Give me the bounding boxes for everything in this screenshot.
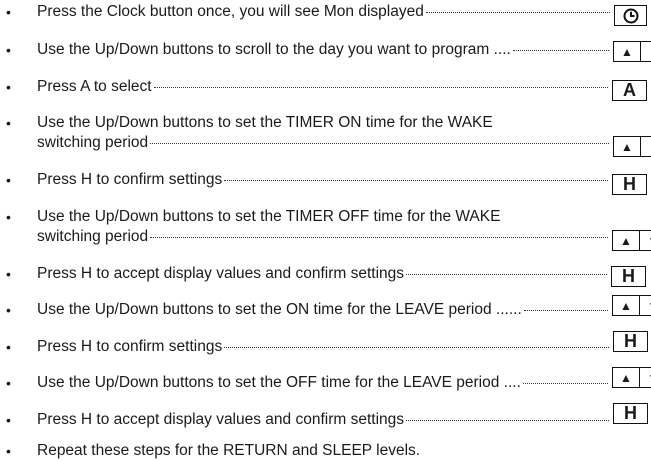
bullet: •	[6, 412, 11, 428]
step-text: Use the Up/Down buttons to set the OFF t…	[37, 373, 608, 393]
step-line-text: Press H to accept display values and con…	[37, 411, 405, 428]
button-group: ▲▼	[613, 41, 651, 62]
up-arrow-icon: ▲	[612, 295, 640, 316]
step-line-text: Repeat these steps for the RETURN and SL…	[37, 442, 421, 459]
dot-leader	[512, 49, 609, 51]
up-arrow-icon: ▲	[612, 367, 640, 388]
step-text: Use the Up/Down buttons to set the ON ti…	[37, 300, 608, 320]
step-text: Press H to confirm settings	[37, 337, 609, 357]
button-group: H	[611, 266, 646, 287]
step-text: Use the Up/Down buttons to set the TIMER…	[37, 207, 608, 247]
step-line-text: Press H to confirm settings	[37, 338, 223, 355]
button-group	[614, 5, 647, 26]
step-line-text: switching period	[37, 134, 149, 151]
bullet: •	[6, 302, 11, 318]
dot-leader	[523, 309, 608, 311]
button-h-key: H	[611, 266, 646, 287]
button-group: ▲▼	[613, 136, 651, 157]
button-group: H	[612, 174, 647, 195]
bullet: •	[6, 209, 11, 225]
step-text: Use the Up/Down buttons to set the TIMER…	[37, 113, 609, 153]
step-line-text: Press A to select	[37, 78, 152, 95]
bullet: •	[6, 172, 11, 188]
step-line-text: Use the Up/Down buttons to set the TIMER…	[37, 114, 493, 131]
dot-leader	[406, 273, 607, 275]
up-arrow-icon: ▲	[613, 136, 641, 157]
step-line-text: Use the Up/Down buttons to set the TIMER…	[37, 208, 501, 225]
down-arrow-icon: ▼	[641, 41, 651, 62]
step-line-text: Use the Up/Down buttons to set the OFF t…	[37, 374, 521, 391]
down-arrow-icon: ▼	[640, 367, 651, 388]
bullet: •	[6, 443, 11, 459]
step-line-text: Use the Up/Down buttons to scroll to the…	[37, 41, 511, 58]
step-line-text: Press the Clock button once, you will se…	[37, 3, 424, 20]
bullet: •	[6, 4, 11, 20]
button-h-key: H	[613, 331, 648, 352]
bullet: •	[6, 42, 11, 58]
dot-leader	[153, 86, 608, 88]
step-text: Use the Up/Down buttons to scroll to the…	[37, 40, 609, 60]
bullet: •	[6, 339, 11, 355]
down-arrow-icon: ▼	[641, 136, 651, 157]
dot-leader	[406, 419, 609, 421]
dot-leader	[150, 142, 609, 144]
dot-leader	[150, 236, 608, 238]
step-text: Press the Clock button once, you will se…	[37, 2, 610, 22]
bullet: •	[6, 79, 11, 95]
button-a-key: A	[612, 80, 647, 101]
button-h-key: H	[612, 174, 647, 195]
step-text: Repeat these steps for the RETURN and SL…	[37, 441, 647, 461]
button-group: ▲▼	[612, 295, 651, 316]
step-line-text: Use the Up/Down buttons to set the ON ti…	[37, 301, 522, 318]
step-text: Press A to select	[37, 77, 608, 97]
up-arrow-icon: ▲	[613, 41, 641, 62]
step-line-text: switching period	[37, 228, 149, 245]
clock-icon	[614, 5, 647, 26]
bullet: •	[6, 266, 11, 282]
dot-leader	[224, 179, 608, 181]
button-group: H	[613, 331, 648, 352]
bullet: •	[6, 375, 11, 391]
button-group: ▲▼	[612, 230, 651, 251]
button-h-key: H	[613, 403, 648, 424]
step-line-text: Press H to confirm settings	[37, 171, 223, 188]
down-arrow-icon: ▼	[640, 295, 651, 316]
step-text: Press H to accept display values and con…	[37, 410, 609, 430]
button-group: H	[613, 403, 648, 424]
button-group: A	[612, 80, 647, 101]
button-group: ▲▼	[612, 367, 651, 388]
step-line-text: Press H to accept display values and con…	[37, 265, 405, 282]
down-arrow-icon: ▼	[640, 230, 651, 251]
dot-leader	[224, 346, 609, 348]
dot-leader	[425, 11, 610, 13]
up-arrow-icon: ▲	[612, 230, 640, 251]
bullet: •	[6, 115, 11, 131]
dot-leader	[522, 382, 608, 384]
step-text: Press H to confirm settings	[37, 170, 608, 190]
step-text: Press H to accept display values and con…	[37, 264, 607, 284]
